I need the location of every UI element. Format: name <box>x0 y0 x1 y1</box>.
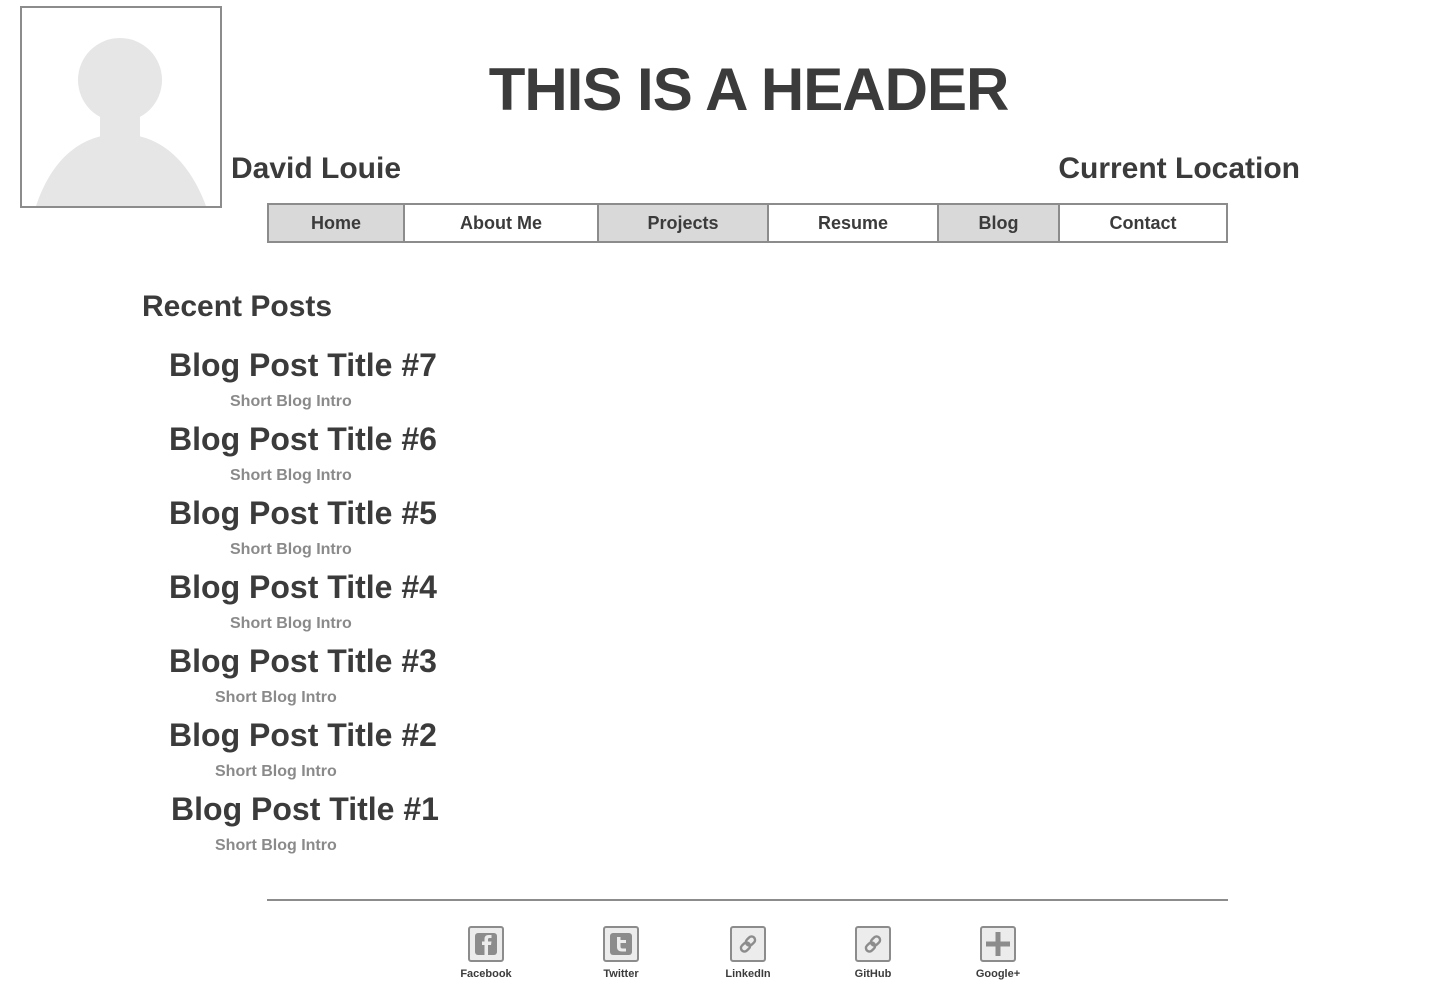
post-intro: Short Blog Intro <box>215 689 337 706</box>
post-intro: Short Blog Intro <box>230 615 352 632</box>
google-plus-label: Google+ <box>975 968 1021 980</box>
post-intro: Short Blog Intro <box>215 837 337 854</box>
post-title[interactable]: Blog Post Title #5 <box>0 492 606 534</box>
github-label: GitHub <box>854 968 892 980</box>
facebook-icon <box>468 926 504 962</box>
link-icon <box>730 926 766 962</box>
nav-about-me[interactable]: About Me <box>405 205 599 241</box>
nav-resume[interactable]: Resume <box>769 205 939 241</box>
page-title: THIS IS A HEADER <box>488 56 1010 123</box>
twitter-icon <box>603 926 639 962</box>
nav-home[interactable]: Home <box>269 205 405 241</box>
list-item: Blog Post Title #1 Short Blog Intro <box>0 788 700 862</box>
current-location: Current Location <box>1058 152 1300 185</box>
post-title[interactable]: Blog Post Title #1 <box>2 788 608 830</box>
user-name: David Louie <box>231 152 402 185</box>
list-item: Blog Post Title #6 Short Blog Intro <box>0 418 700 492</box>
plus-icon <box>980 926 1016 962</box>
facebook-link[interactable]: Facebook <box>446 926 526 980</box>
list-item: Blog Post Title #2 Short Blog Intro <box>0 714 700 788</box>
list-item: Blog Post Title #3 Short Blog Intro <box>0 640 700 714</box>
post-title[interactable]: Blog Post Title #4 <box>0 566 606 608</box>
nav-projects[interactable]: Projects <box>599 205 769 241</box>
nav-blog[interactable]: Blog <box>939 205 1060 241</box>
list-item: Blog Post Title #7 Short Blog Intro <box>0 344 700 418</box>
post-intro: Short Blog Intro <box>230 393 352 410</box>
facebook-label: Facebook <box>460 968 512 980</box>
main-nav: Home About Me Projects Resume Blog Conta… <box>267 203 1228 243</box>
post-title[interactable]: Blog Post Title #7 <box>0 344 606 386</box>
google-plus-link[interactable]: Google+ <box>958 926 1038 980</box>
link-icon <box>855 926 891 962</box>
nav-contact[interactable]: Contact <box>1060 205 1226 241</box>
post-title[interactable]: Blog Post Title #2 <box>0 714 606 756</box>
recent-posts-heading: Recent Posts <box>142 290 333 323</box>
post-intro: Short Blog Intro <box>230 467 352 484</box>
linkedin-label: LinkedIn <box>725 968 771 980</box>
post-title[interactable]: Blog Post Title #3 <box>0 640 606 682</box>
list-item: Blog Post Title #5 Short Blog Intro <box>0 492 700 566</box>
recent-posts-list: Blog Post Title #7 Short Blog Intro Blog… <box>0 344 700 862</box>
twitter-label: Twitter <box>603 968 639 980</box>
post-intro: Short Blog Intro <box>215 763 337 780</box>
github-link[interactable]: GitHub <box>833 926 913 980</box>
footer-divider <box>267 899 1228 901</box>
list-item: Blog Post Title #4 Short Blog Intro <box>0 566 700 640</box>
post-intro: Short Blog Intro <box>230 541 352 558</box>
post-title[interactable]: Blog Post Title #6 <box>0 418 606 460</box>
linkedin-link[interactable]: LinkedIn <box>708 926 788 980</box>
twitter-link[interactable]: Twitter <box>581 926 661 980</box>
